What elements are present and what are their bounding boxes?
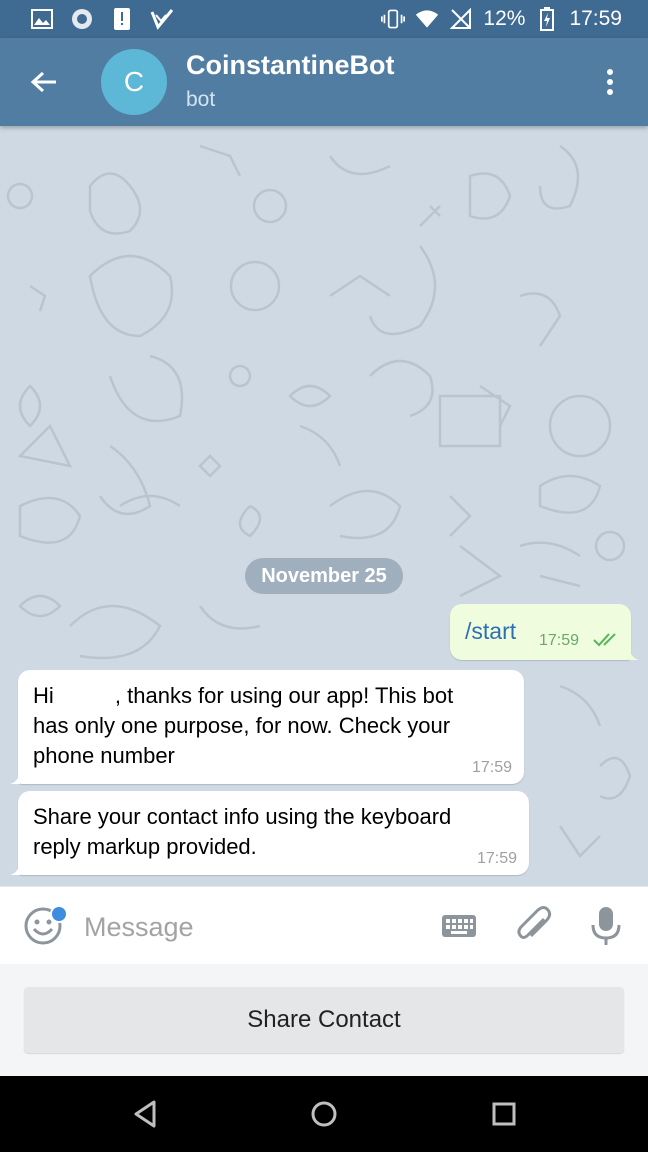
- double-check-icon: [593, 633, 616, 647]
- message-line: Share your contact info using the keyboa…: [33, 804, 452, 829]
- chat-subtitle: bot: [186, 88, 216, 111]
- nav-recents-icon[interactable]: [486, 1096, 522, 1132]
- avatar[interactable]: C: [101, 49, 167, 115]
- message-line: has only one purpose, for now. Check you…: [33, 713, 451, 738]
- reply-keyboard: Share Contact: [0, 964, 648, 1076]
- message-text[interactable]: Hi , thanks for using our app! This bot …: [33, 681, 453, 771]
- message-composer: [0, 886, 648, 965]
- share-contact-button[interactable]: Share Contact: [24, 987, 624, 1053]
- bubble-tail: [10, 863, 20, 875]
- keyboard-button[interactable]: [440, 911, 478, 941]
- sim-alert-icon: [110, 7, 134, 31]
- sync-icon: [70, 7, 94, 31]
- date-chip: November 25: [245, 558, 403, 594]
- incoming-message[interactable]: Hi , thanks for using our app! This bot …: [10, 670, 524, 784]
- arrow-left-icon: [30, 71, 56, 93]
- more-vertical-icon: [607, 69, 613, 95]
- vibrate-icon: [381, 7, 406, 31]
- chat-title[interactable]: CoinstantineBot: [186, 50, 395, 81]
- wifi-icon: [415, 7, 439, 31]
- message-line: reply markup provided.: [33, 834, 257, 859]
- image-icon: [30, 7, 54, 31]
- menu-button[interactable]: [592, 60, 628, 104]
- attach-button[interactable]: [514, 905, 554, 947]
- checkbox-icon: [150, 7, 174, 31]
- message-line: Hi , thanks for using our app! This bot: [33, 683, 454, 708]
- battery-percent: 12%: [483, 7, 526, 30]
- message-text[interactable]: Share your contact info using the keyboa…: [33, 802, 451, 862]
- microphone-button[interactable]: [588, 903, 624, 949]
- keyboard-icon: [442, 915, 476, 937]
- no-signal-icon: [449, 7, 473, 31]
- back-button[interactable]: [22, 60, 66, 104]
- incoming-message[interactable]: Share your contact info using the keyboa…: [10, 791, 529, 875]
- paperclip-icon: [517, 906, 552, 939]
- message-line: phone number: [33, 743, 175, 768]
- chat-header: C CoinstantineBot bot: [0, 38, 648, 126]
- bubble-tail: [629, 648, 639, 660]
- chat-area[interactable]: November 25 /start 17:59 Hi , thanks for…: [0, 126, 648, 886]
- message-input[interactable]: [82, 905, 426, 949]
- message-time: 17:59: [471, 759, 512, 776]
- battery-charging-icon: [535, 7, 559, 31]
- nav-home-icon[interactable]: [306, 1096, 342, 1132]
- status-bar: 12% 17:59: [0, 0, 648, 38]
- clock: 17:59: [569, 7, 622, 30]
- outgoing-message[interactable]: /start 17:59: [450, 604, 639, 660]
- notification-dot: [50, 905, 68, 923]
- nav-back-icon[interactable]: [128, 1096, 164, 1132]
- message-text[interactable]: /start: [465, 618, 516, 645]
- bubble-tail: [10, 772, 20, 784]
- microphone-icon: [591, 907, 621, 945]
- navigation-bar: [0, 1076, 648, 1152]
- message-time: 17:59: [476, 850, 517, 867]
- message-time: 17:59: [539, 632, 580, 649]
